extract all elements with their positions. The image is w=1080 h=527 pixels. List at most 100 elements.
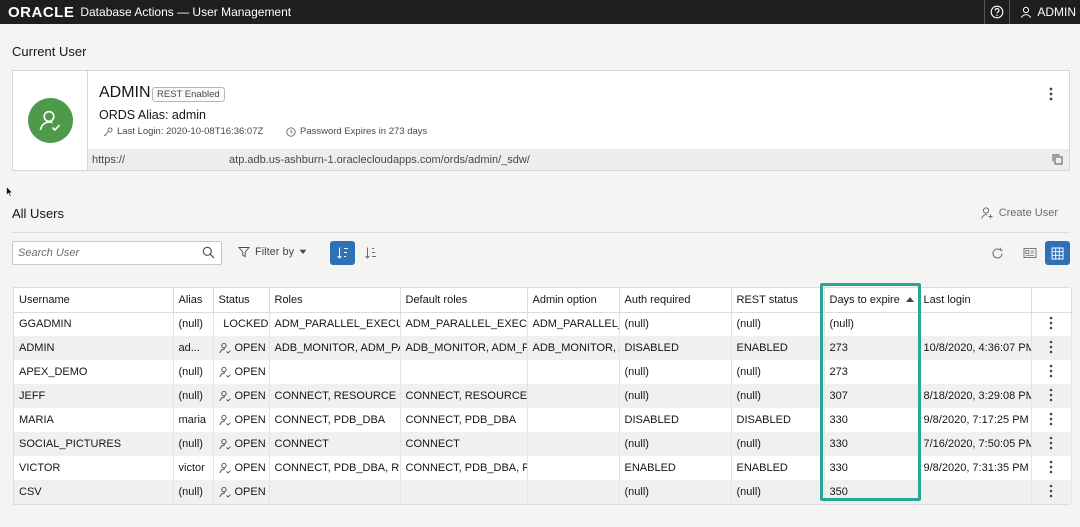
- admin-option-cell: [527, 384, 620, 408]
- username-cell: ADMIN: [14, 336, 174, 360]
- password-expiry-text: Password Expires in 273 days: [300, 126, 428, 137]
- section-divider: [12, 232, 1070, 233]
- clock-icon: [286, 126, 296, 137]
- copy-icon: [1052, 154, 1063, 165]
- search-icon[interactable]: [202, 246, 215, 259]
- auth-required-cell: DISABLED: [619, 408, 732, 432]
- column-header-default-roles[interactable]: Default roles: [400, 288, 528, 313]
- row-actions-button[interactable]: [1031, 384, 1072, 408]
- rest-status-cell: (null): [731, 360, 825, 384]
- table-row[interactable]: ADMIN ad... OPEN ADB_MONITOR, ADM_PAR ADB_MO…: [14, 336, 1072, 360]
- days-to-expire-cell: 350: [824, 480, 919, 504]
- column-header-rest-status[interactable]: REST status: [731, 288, 825, 313]
- username-cell: VICTOR: [14, 456, 174, 480]
- user-menu-button[interactable]: ADMIN: [1010, 0, 1080, 24]
- grid-view-button[interactable]: [1045, 241, 1070, 265]
- status-wrapper: OPEN: [219, 342, 269, 354]
- last-login-cell: 7/16/2020, 7:50:05 PM: [918, 432, 1032, 456]
- last-login-cell: 8/18/2020, 3:29:08 PM: [918, 384, 1032, 408]
- alias-cell: (null): [173, 432, 214, 456]
- last-login-cell: 9/8/2020, 7:31:35 PM: [918, 456, 1032, 480]
- days-to-expire-cell: 273: [824, 360, 919, 384]
- status-wrapper: OPEN: [219, 390, 269, 402]
- table-row[interactable]: VICTORvictorOPENCONNECT, PDB_DBA, RESOUR…: [14, 456, 1072, 480]
- column-header-days-to-expire[interactable]: Days to expire: [824, 288, 919, 313]
- column-header-alias[interactable]: Alias: [173, 288, 214, 313]
- last-login-cell: [918, 360, 1032, 384]
- roles-cell: CONNECT, RESOURCE: [269, 384, 401, 408]
- status-cell: OPEN: [213, 456, 270, 480]
- row-actions-button[interactable]: [1031, 336, 1072, 360]
- status-text: OPEN: [234, 342, 266, 354]
- auth-required-cell: ENABLED: [619, 456, 732, 480]
- column-header-auth-required[interactable]: Auth required: [619, 288, 732, 313]
- admin-option-cell: ADM_PARALLEL_E: [527, 312, 620, 336]
- column-header-actions: [1031, 288, 1072, 313]
- ords-alias: ORDS Alias: admin: [99, 108, 206, 122]
- help-button[interactable]: [984, 0, 1011, 24]
- all-users-heading: All Users: [12, 206, 65, 221]
- username-cell: CSV: [14, 480, 174, 504]
- mouse-pointer-icon: [6, 186, 14, 198]
- auth-required-cell: (null): [619, 384, 732, 408]
- roles-cell: CONNECT, PDB_DBA, RESOURCE: [269, 456, 401, 480]
- alias-cell: (null): [173, 312, 214, 336]
- roles-cell: [269, 480, 401, 504]
- row-actions-button[interactable]: [1031, 432, 1072, 456]
- copy-url-button[interactable]: [1052, 154, 1063, 168]
- sort-ascending-button[interactable]: [330, 241, 355, 265]
- auth-required-cell: (null): [619, 480, 732, 504]
- table-row[interactable]: APEX_DEMO (null) OPEN (null) (null) 273: [14, 360, 1072, 384]
- default-roles-cell: CONNECT, RESOURCE: [400, 384, 528, 408]
- row-actions-button[interactable]: [1031, 312, 1072, 336]
- table-row[interactable]: CSV (null) OPEN (null) (null) 350: [14, 480, 1072, 504]
- table-row[interactable]: JEFF (null) OPEN CONNECT, RESOURCE CONNECT, …: [14, 384, 1072, 408]
- current-user-name: ADMIN: [99, 84, 151, 101]
- card-view-button[interactable]: [1017, 241, 1042, 265]
- days-to-expire-cell: 330: [824, 408, 919, 432]
- search-input[interactable]: [13, 242, 193, 264]
- status-text: OPEN: [234, 366, 266, 378]
- row-actions-button[interactable]: [1031, 480, 1072, 504]
- admin-option-cell: [527, 360, 620, 384]
- rest-status-cell: ENABLED: [731, 456, 825, 480]
- last-login-cell: 9/8/2020, 7:17:25 PM: [918, 408, 1032, 432]
- rest-status-cell: ENABLED: [731, 336, 825, 360]
- row-actions-button[interactable]: [1031, 456, 1072, 480]
- card-more-button[interactable]: [1049, 87, 1053, 104]
- roles-cell: CONNECT: [269, 432, 401, 456]
- row-actions-button[interactable]: [1031, 408, 1072, 432]
- table-row[interactable]: GGADMIN(null)LOCKEDADM_PARALLEL_EXECUTEA…: [14, 312, 1072, 336]
- column-header-last-login[interactable]: Last login: [918, 288, 1032, 313]
- row-actions-button[interactable]: [1031, 360, 1072, 384]
- column-header-roles[interactable]: Roles: [269, 288, 401, 313]
- refresh-icon: [992, 247, 1003, 258]
- days-to-expire-label: Days to expire: [829, 293, 900, 306]
- sort-descending-icon: [364, 247, 376, 259]
- last-login-meta: Last Login: 2020-10-08T16:36:07Z: [103, 126, 263, 137]
- filter-by-button[interactable]: Filter by: [238, 246, 307, 258]
- rest-status-cell: (null): [731, 384, 825, 408]
- days-to-expire-cell: (null): [824, 312, 919, 336]
- days-to-expire-cell: 307: [824, 384, 919, 408]
- roles-cell: [269, 360, 401, 384]
- last-login-cell: [918, 480, 1032, 504]
- rest-status-cell: DISABLED: [731, 408, 825, 432]
- column-header-admin-option[interactable]: Admin option: [527, 288, 620, 313]
- column-header-username[interactable]: Username: [14, 288, 174, 313]
- admin-option-cell: [527, 456, 620, 480]
- create-user-button[interactable]: Create User: [980, 206, 1058, 220]
- username-cell: MARIA: [14, 408, 174, 432]
- default-roles-cell: [400, 360, 528, 384]
- table-row[interactable]: MARIA maria OPEN CONNECT, PDB_DBA CONNECT, P…: [14, 408, 1072, 432]
- table-row[interactable]: SOCIAL_PICTURES (null) OPEN CONNECT CONNECT(…: [14, 432, 1072, 456]
- kebab-icon: [1049, 388, 1053, 401]
- sort-descending-button[interactable]: [358, 241, 383, 265]
- user-locked-icon: [218, 323, 220, 325]
- card-view-icon: [1023, 248, 1036, 258]
- refresh-button[interactable]: [985, 241, 1010, 265]
- roles-cell: CONNECT, PDB_DBA: [269, 408, 401, 432]
- rest-status-cell: (null): [731, 312, 825, 336]
- column-header-status[interactable]: Status: [213, 288, 270, 313]
- alias-cell: (null): [173, 360, 214, 384]
